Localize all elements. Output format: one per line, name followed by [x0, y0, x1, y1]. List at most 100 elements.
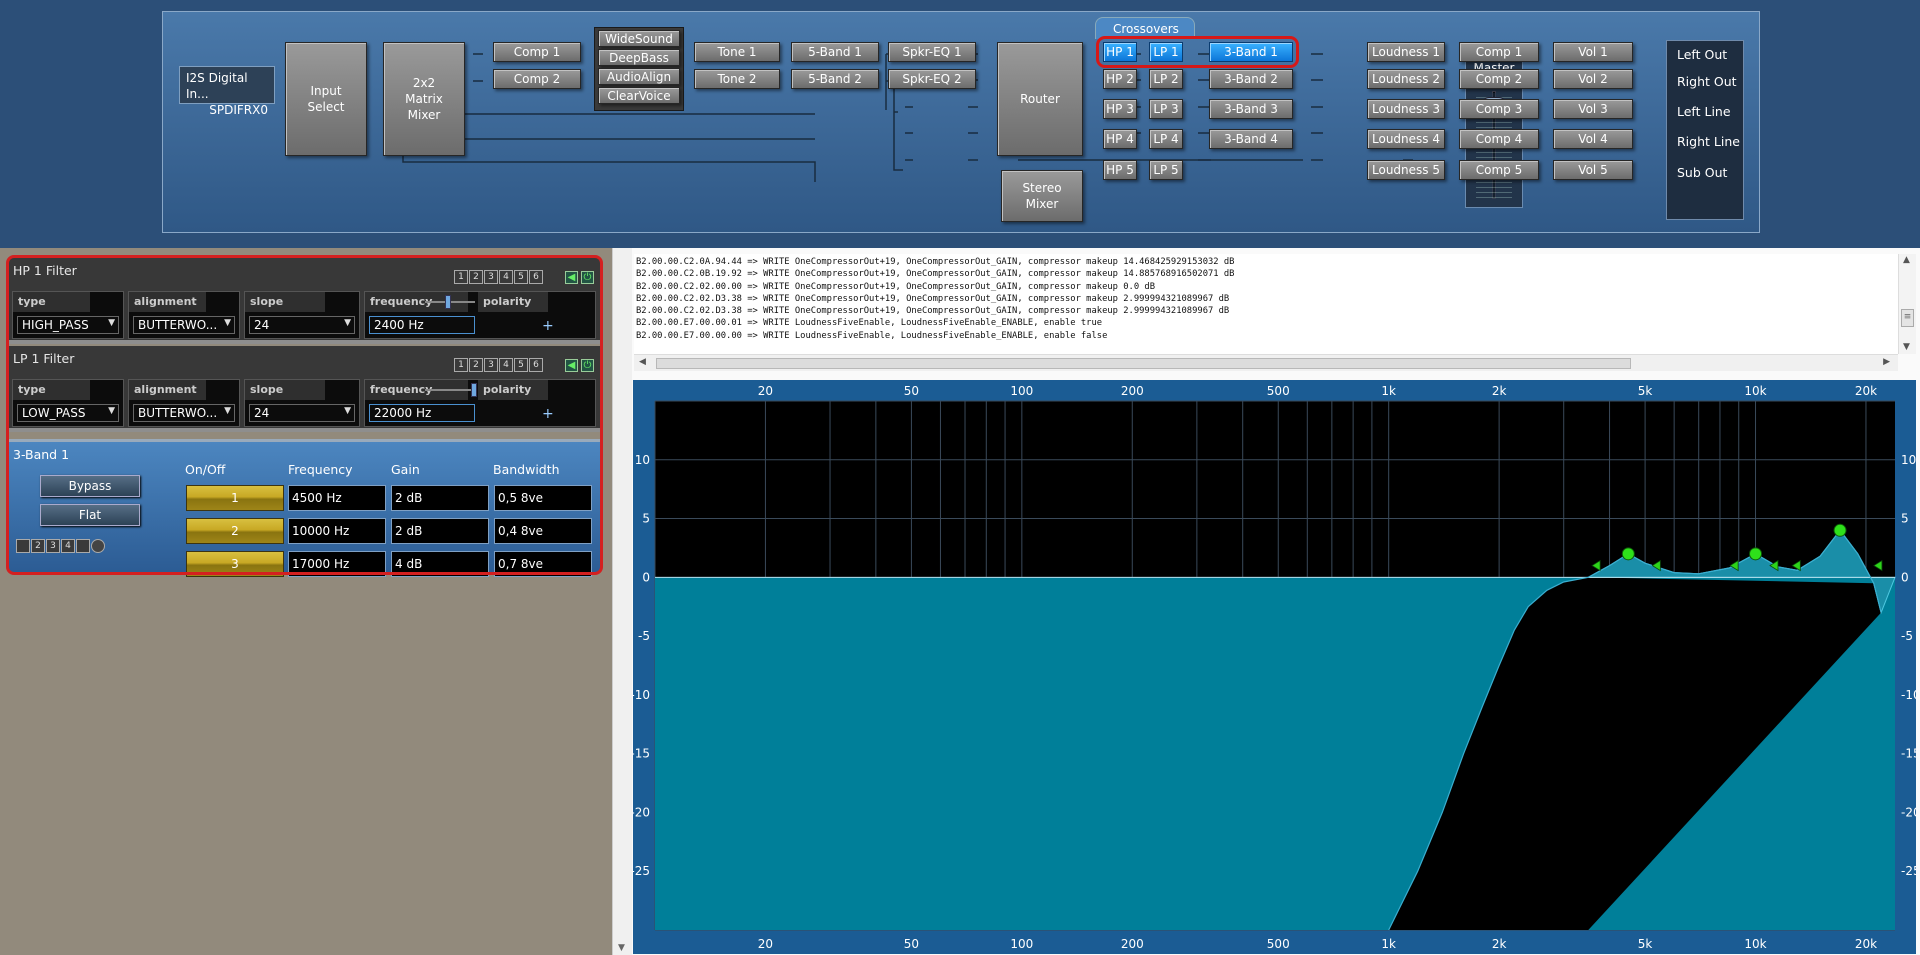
- clearvoice-block[interactable]: ClearVoice: [598, 87, 680, 104]
- band-3-onoff-button[interactable]: 3: [186, 551, 284, 577]
- page-button[interactable]: 1: [454, 358, 468, 372]
- scroll-down-icon[interactable]: ▼: [618, 943, 625, 953]
- loudness-1-block[interactable]: Loudness 1: [1367, 42, 1445, 62]
- page-button[interactable]: 4: [61, 539, 75, 553]
- page-button[interactable]: 3: [46, 539, 60, 553]
- scroll-thumb[interactable]: ≡: [1901, 309, 1914, 327]
- loudness-2-block[interactable]: Loudness 2: [1367, 69, 1445, 89]
- vol-5-block[interactable]: Vol 5: [1553, 160, 1633, 180]
- output-left-line[interactable]: Left Line: [1677, 104, 1731, 119]
- page-button[interactable]: 3: [484, 358, 498, 372]
- input-source-block[interactable]: I2S Digital In... SPDIFRX0: [179, 66, 275, 117]
- frequency-response-chart[interactable]: 20 20 50 50 100 100 200 200 500 500 1k 1k 2k 2k 5k 5k 10…: [633, 380, 1916, 954]
- input-select-block[interactable]: Input Select: [285, 42, 367, 156]
- page-button[interactable]: 3: [484, 270, 498, 284]
- matrix-mixer-block[interactable]: 2x2 Matrix Mixer: [383, 42, 465, 156]
- page-button[interactable]: [76, 539, 90, 553]
- log-horizontal-scrollbar[interactable]: ◀ ▶: [634, 354, 1898, 371]
- comp-2-block[interactable]: Comp 2: [493, 69, 581, 89]
- audioalign-block[interactable]: AudioAlign: [598, 68, 680, 85]
- eq-band-point[interactable]: [1621, 547, 1635, 561]
- tone-2-block[interactable]: Tone 2: [694, 69, 780, 89]
- band-2-onoff-button[interactable]: 2: [186, 518, 284, 544]
- hp-type-select[interactable]: HIGH_PASS ▼: [17, 316, 119, 334]
- hp-polarity-toggle[interactable]: +: [542, 318, 554, 334]
- bypass-button[interactable]: Bypass: [40, 475, 140, 497]
- output-right-out[interactable]: Right Out: [1677, 74, 1737, 89]
- lp-frequency-slider-thumb[interactable]: [471, 383, 477, 397]
- page-button[interactable]: 2: [31, 539, 45, 553]
- vol-4-block[interactable]: Vol 4: [1553, 129, 1633, 149]
- hp-3-block[interactable]: HP 3: [1103, 99, 1137, 119]
- page-button[interactable]: 6: [529, 358, 543, 372]
- page-button[interactable]: 1: [454, 270, 468, 284]
- scroll-left-icon[interactable]: ◀: [639, 357, 646, 367]
- comp-out-4-block[interactable]: Comp 4: [1459, 129, 1539, 149]
- stereo-mixer-block[interactable]: Stereo Mixer: [1001, 170, 1083, 222]
- lp-5-block[interactable]: LP 5: [1149, 160, 1183, 180]
- deepbass-block[interactable]: DeepBass: [598, 49, 680, 66]
- band-1-bandwidth-input[interactable]: 0,5 8ve: [494, 485, 592, 511]
- lp-polarity-toggle[interactable]: +: [542, 406, 554, 422]
- page-button[interactable]: 5: [514, 270, 528, 284]
- eq-band-point[interactable]: [1833, 523, 1847, 537]
- page-button[interactable]: 6: [529, 270, 543, 284]
- loudness-4-block[interactable]: Loudness 4: [1367, 129, 1445, 149]
- hp-page-buttons[interactable]: 123456: [454, 270, 544, 284]
- page-dot-icon[interactable]: [91, 539, 105, 553]
- horizontal-scroll-thumb[interactable]: [656, 358, 1631, 369]
- lp-2-block[interactable]: LP 2: [1149, 69, 1183, 89]
- comp-out-1-block[interactable]: Comp 1: [1459, 42, 1539, 62]
- page-button[interactable]: 2: [469, 358, 483, 372]
- comp-out-2-block[interactable]: Comp 2: [1459, 69, 1539, 89]
- hp-4-block[interactable]: HP 4: [1103, 129, 1137, 149]
- three-band-4-block[interactable]: 3-Band 4: [1209, 129, 1293, 149]
- lp-slope-select[interactable]: 24 ▼: [249, 404, 355, 422]
- lp-page-buttons[interactable]: 123456: [454, 358, 544, 372]
- spkr-eq-2-block[interactable]: Spkr-EQ 2: [888, 69, 976, 89]
- hp-2-block[interactable]: HP 2: [1103, 69, 1137, 89]
- lp-type-select[interactable]: LOW_PASS ▼: [17, 404, 119, 422]
- page-button[interactable]: 4: [499, 270, 513, 284]
- output-left-out[interactable]: Left Out: [1677, 47, 1727, 62]
- router-block[interactable]: Router: [997, 42, 1083, 156]
- loudness-5-block[interactable]: Loudness 5: [1367, 160, 1445, 180]
- three-band-2-block[interactable]: 3-Band 2: [1209, 69, 1293, 89]
- comp-out-3-block[interactable]: Comp 3: [1459, 99, 1539, 119]
- flat-button[interactable]: Flat: [40, 504, 140, 526]
- page-button[interactable]: 5: [514, 358, 528, 372]
- vol-3-block[interactable]: Vol 3: [1553, 99, 1633, 119]
- output-sub-out[interactable]: Sub Out: [1677, 165, 1727, 180]
- band-1-gain-input[interactable]: 2 dB: [391, 485, 489, 511]
- vol-1-block[interactable]: Vol 1: [1553, 42, 1633, 62]
- lp-alignment-select[interactable]: BUTTERWO... ▼: [133, 404, 235, 422]
- frequency-response-svg[interactable]: 202050501001002002005005001k1k2k2k5k5k10…: [633, 380, 1916, 954]
- loudness-3-block[interactable]: Loudness 3: [1367, 99, 1445, 119]
- three-band-3-block[interactable]: 3-Band 3: [1209, 99, 1293, 119]
- band-1-onoff-button[interactable]: 1: [186, 485, 284, 511]
- eq-band-point[interactable]: [1749, 547, 1763, 561]
- log-vertical-scrollbar[interactable]: ▲ ≡ ▼: [1898, 254, 1916, 354]
- five-band-1-block[interactable]: 5-Band 1: [791, 42, 879, 62]
- hp-alignment-select[interactable]: BUTTERWO... ▼: [133, 316, 235, 334]
- scroll-up-icon[interactable]: ▲: [1903, 255, 1910, 265]
- scroll-right-icon[interactable]: ▶: [1883, 357, 1890, 367]
- band-2-bandwidth-input[interactable]: 0,4 8ve: [494, 518, 592, 544]
- band-page-buttons[interactable]: 234: [16, 539, 106, 553]
- left-scrollbar[interactable]: ▼: [612, 248, 632, 955]
- band-2-gain-input[interactable]: 2 dB: [391, 518, 489, 544]
- widesound-block[interactable]: WideSound: [598, 30, 680, 47]
- five-band-2-block[interactable]: 5-Band 2: [791, 69, 879, 89]
- tone-1-block[interactable]: Tone 1: [694, 42, 780, 62]
- power-icon[interactable]: ⏻: [581, 271, 594, 284]
- band-2-frequency-input[interactable]: 10000 Hz: [288, 518, 386, 544]
- hp-frequency-slider-thumb[interactable]: [445, 295, 451, 309]
- message-log[interactable]: B2.00.00.C2.0A.94.44 => WRITE OneCompres…: [634, 254, 1898, 354]
- hp-slope-select[interactable]: 24 ▼: [249, 316, 355, 334]
- vol-2-block[interactable]: Vol 2: [1553, 69, 1633, 89]
- lp-4-block[interactable]: LP 4: [1149, 129, 1183, 149]
- power-icon[interactable]: ⏻: [581, 359, 594, 372]
- speaker-icon[interactable]: ◀: [565, 359, 578, 372]
- spkr-eq-1-block[interactable]: Spkr-EQ 1: [888, 42, 976, 62]
- band-1-frequency-input[interactable]: 4500 Hz: [288, 485, 386, 511]
